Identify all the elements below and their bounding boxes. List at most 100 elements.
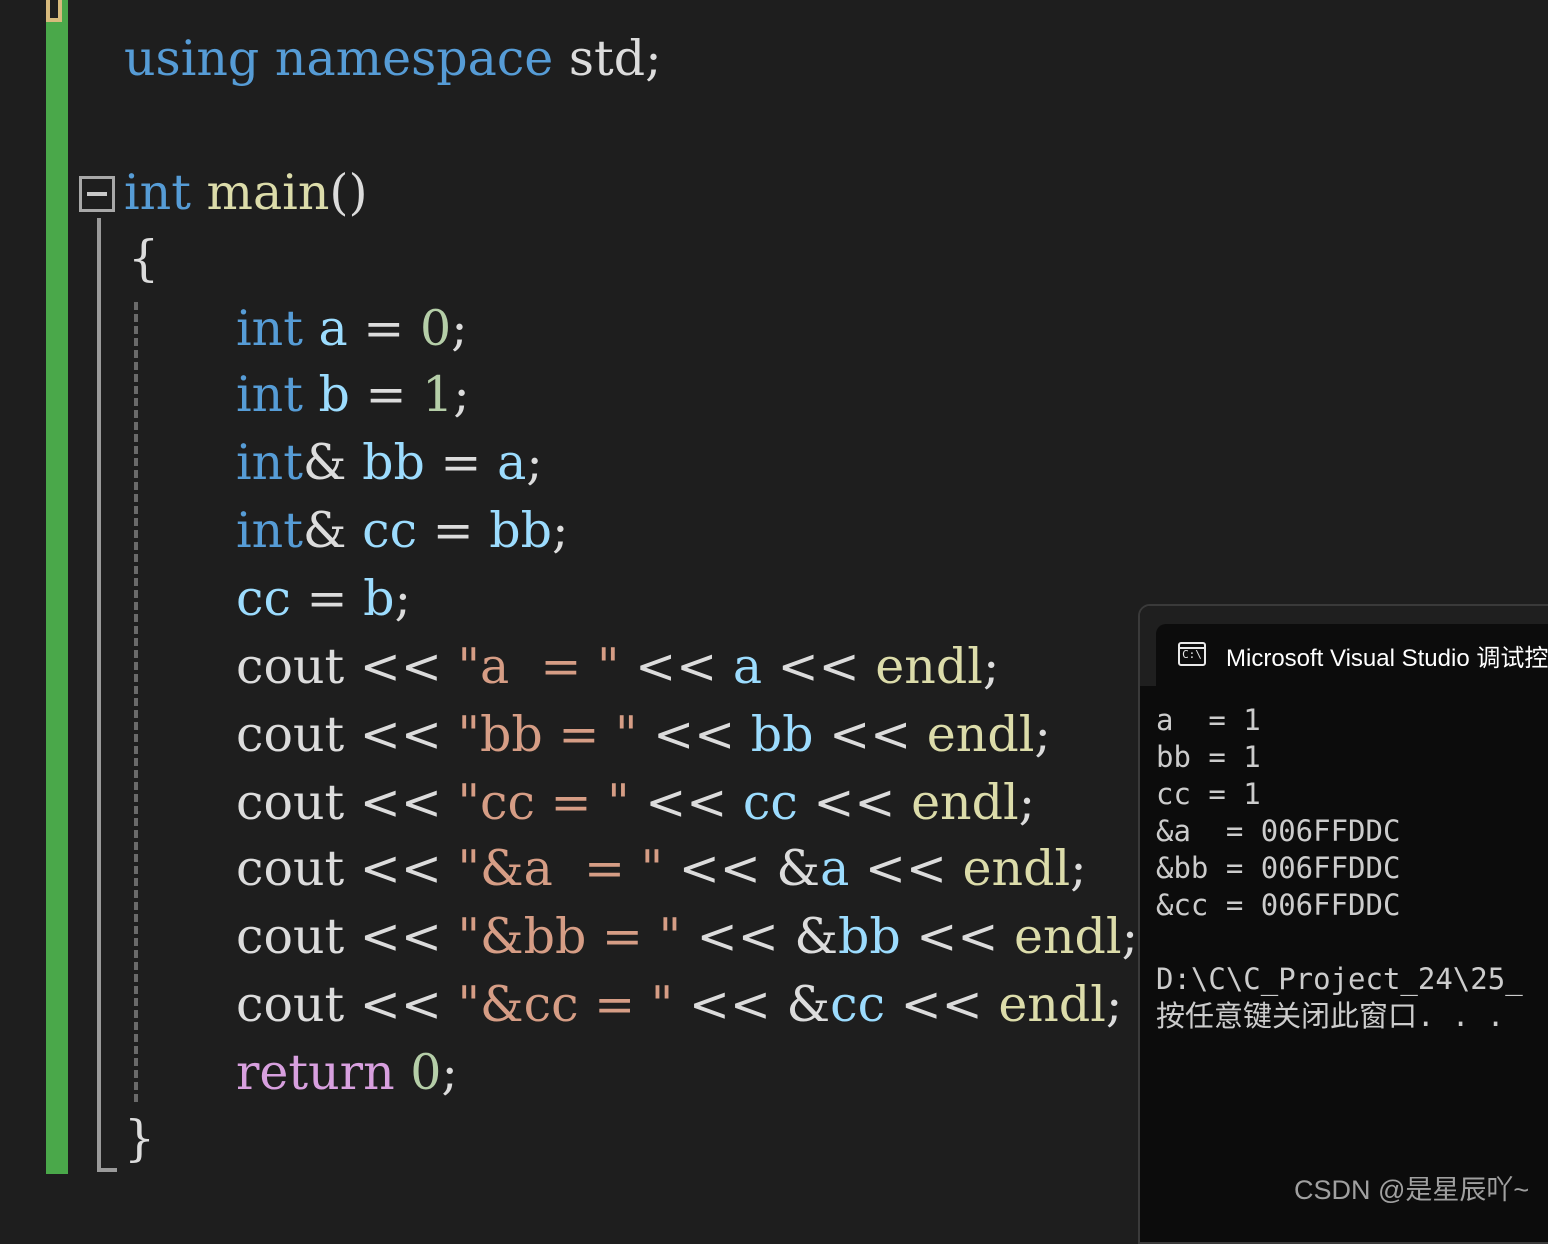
console-titlebar[interactable]: C:\ Microsoft Visual Studio 调试控制台 [1140,606,1548,686]
code-token: a [732,638,763,695]
console-tab[interactable]: C:\ Microsoft Visual Studio 调试控制台 [1156,624,1548,686]
fold-guide-end [97,1168,117,1172]
code-token: endl [998,976,1106,1033]
code-token: << & [681,908,838,965]
code-line[interactable]: int b = 1; [236,362,470,428]
code-line[interactable]: return 0; [236,1040,458,1106]
indent-guide [134,302,138,1102]
code-token: ; [1034,706,1051,763]
code-token: cout << [236,706,458,763]
code-line[interactable]: int& cc = bb; [236,498,568,564]
code-line[interactable]: cout << "cc = " << cc << endl; [236,770,1035,836]
console-output-line: bb = 1 [1156,740,1261,774]
code-token: bb [362,434,425,491]
code-token: ; [551,502,569,559]
code-token: std; [553,30,662,87]
code-token: bb [750,706,814,763]
code-token: cout << [236,774,458,831]
code-token: { [128,230,160,287]
code-token: << & [673,976,831,1033]
code-line[interactable]: cout << "&a = " << &a << endl; [236,836,1087,902]
change-indicator-bar [46,0,68,1174]
console-output-line: &a = 006FFDDC [1156,814,1401,848]
code-token: "&cc = " [457,976,674,1033]
code-token: = [347,300,420,357]
code-token: = [290,570,364,627]
code-line[interactable]: int& bb = a; [236,430,543,496]
code-token: = [424,434,498,491]
code-token: cc [830,976,886,1033]
console-icon: C:\ [1178,642,1206,666]
code-token: ; [394,570,411,627]
code-line[interactable]: } [124,1106,155,1172]
code-token: ; [441,1044,458,1101]
code-token: 0 [419,300,452,357]
code-token: return [236,1044,395,1101]
code-token: cout << [236,908,458,965]
code-line[interactable]: cout << "&bb = " << &bb << endl; [236,904,1138,970]
fold-guide-line [97,218,101,1172]
code-token: int [124,164,191,221]
console-output: a = 1 bb = 1 cc = 1 &a = 006FFDDC &bb = 006F… [1156,702,1548,1035]
console-output-line: a = 1 [1156,703,1261,737]
code-token: & [302,502,363,559]
code-token: "bb = " [457,706,638,763]
code-line[interactable]: int a = 0; [236,296,468,362]
code-token: } [124,1110,156,1167]
bookmark-marker [46,0,62,22]
code-line[interactable]: cout << "a = " << a << endl; [236,634,999,700]
code-token: cout << [236,976,458,1033]
code-token: = [417,502,490,559]
code-token: endl [875,638,983,695]
code-token: int [236,502,303,559]
code-token: ; [526,434,543,491]
watermark: CSDN @是星辰吖~ [1294,1175,1530,1205]
console-output-line: D:\C\C_Project_24\25_ [1156,962,1523,996]
code-line[interactable]: cout << "bb = " << bb << endl; [236,702,1051,768]
code-line[interactable]: cc = b; [236,566,411,632]
collapse-icon[interactable] [79,176,115,212]
code-token: << [900,908,1014,965]
code-token: << [637,706,751,763]
code-token: bb [489,502,552,559]
code-token: a [318,300,348,357]
code-token: endl [911,774,1019,831]
code-token: using [124,30,260,87]
code-token: main [206,164,330,221]
code-token: int [236,434,303,491]
code-token: () [329,164,368,221]
code-token: << [849,840,963,897]
code-token: << [797,774,912,831]
console-output-line: cc = 1 [1156,777,1261,811]
code-token: ; [1070,840,1087,897]
code-token: ; [451,300,468,357]
code-token: int [236,300,303,357]
code-token: cc [362,502,418,559]
code-token: = [349,366,423,423]
code-token: cc [742,774,798,831]
code-token: << [629,774,743,831]
code-token: ; [982,638,1000,695]
code-token: endl [962,840,1071,897]
code-token: b [363,570,395,627]
code-token: "a = " [457,638,620,695]
console-title: Microsoft Visual Studio 调试控制台 [1226,645,1548,672]
code-line[interactable]: using namespace std; [124,26,662,92]
code-token: ; [1105,976,1123,1033]
code-token: endl [926,706,1035,763]
console-output-line: &bb = 006FFDDC [1156,851,1401,885]
code-token: a [497,434,527,491]
code-token: endl [1014,908,1122,965]
code-token: << & [663,840,821,897]
debug-console-window[interactable]: C:\ Microsoft Visual Studio 调试控制台 a = 1b… [1138,604,1548,1244]
code-line[interactable]: { [128,226,159,292]
code-token: namespace [274,30,554,87]
code-line[interactable]: int main() [124,160,368,226]
code-token: << [885,976,999,1033]
code-token: ; [1121,908,1139,965]
code-line[interactable]: cout << "&cc = " << &cc << endl; [236,972,1122,1038]
